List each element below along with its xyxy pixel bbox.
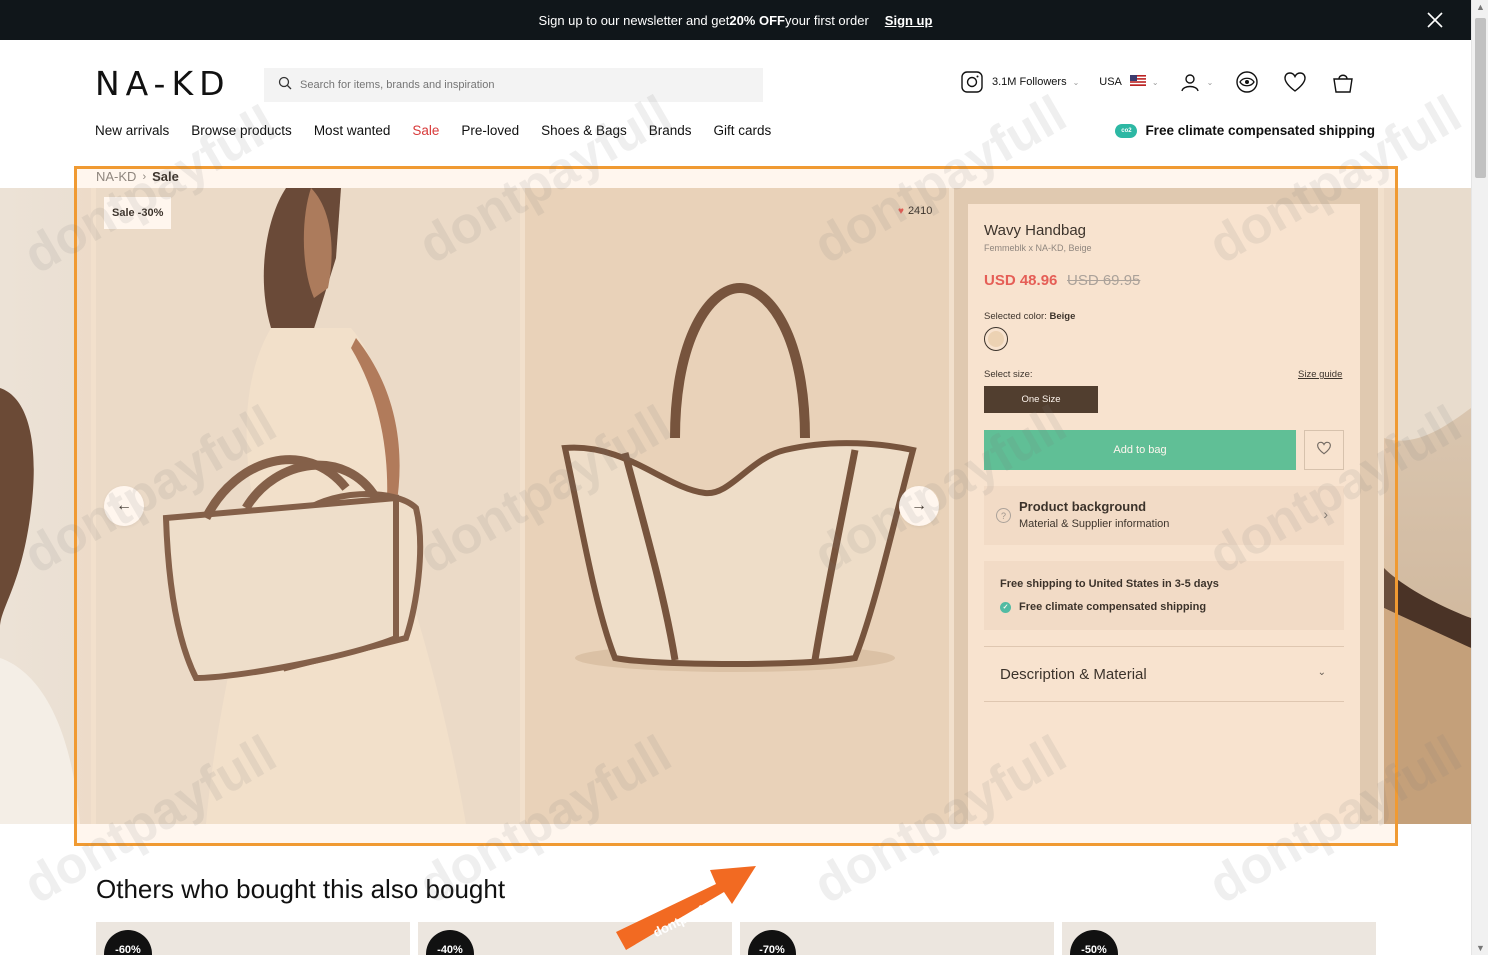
product-background-sub: Material & Supplier information [1019,518,1170,530]
heart-outline-icon [1316,441,1332,460]
product-subtitle: Femmeblk x NA-KD, Beige [984,243,1092,253]
product-price: USD 48.96 [984,272,1058,289]
next-slide-peek [1384,188,1471,824]
shopping-bag-icon[interactable] [1331,70,1355,94]
color-value: Beige [1049,311,1076,322]
account-icon[interactable] [1179,71,1201,93]
promo-arrow-graphic: dontpayfull [612,858,760,954]
prev-slide-peek [0,188,91,824]
close-icon[interactable] [1425,10,1445,30]
chevron-down-icon: ⌄ [1072,77,1080,87]
size-option-one-size[interactable]: One Size [984,386,1098,413]
scroll-down-icon[interactable]: ▼ [1475,943,1486,953]
climate-shipping-label: Free climate compensated shipping [1145,123,1375,138]
discount-badge: -40% [426,930,474,955]
shipping-line-2-text: Free climate compensated shipping [1019,601,1207,613]
nav-most-wanted[interactable]: Most wanted [314,123,391,138]
nav-shoes-bags[interactable]: Shoes & Bags [541,123,627,138]
product-image-model[interactable] [96,188,520,824]
recommended-product-3[interactable]: -70% [740,922,1054,955]
banner-text-post: your first order [784,12,869,28]
product-old-price: USD 69.95 [1067,272,1141,289]
recently-viewed-icon[interactable] [1235,70,1259,94]
heart-icon: ♥ [898,205,904,217]
shipping-info: Free shipping to United States in 3-5 da… [984,561,1344,630]
newsletter-banner: Sign up to our newsletter and get 20% OF… [0,0,1471,40]
chevron-down-icon: ⌄ [1206,77,1214,87]
breadcrumb-home[interactable]: NA-KD [96,169,136,184]
logo[interactable]: NA-KD [95,64,231,103]
recommended-product-4[interactable]: -50% [1062,922,1376,955]
others-bought-heading: Others who bought this also bought [96,874,506,904]
color-label-text: Selected color: [984,311,1047,322]
scrollbar-thumb[interactable] [1475,18,1486,178]
nav-gift-cards[interactable]: Gift cards [714,123,772,138]
add-to-bag-button[interactable]: Add to bag [984,430,1296,470]
color-swatch-beige[interactable] [984,327,1008,351]
page: Sign up to our newsletter and get 20% OF… [0,0,1488,955]
main-nav: New arrivals Browse products Most wanted… [95,123,793,138]
discount-badge: -60% [104,930,152,955]
breadcrumb: NA-KD › Sale [96,169,179,184]
chevron-right-icon: › [142,170,147,183]
likes-value: 2410 [907,205,933,217]
scroll-up-icon[interactable]: ▲ [1475,2,1486,12]
nav-new-arrivals[interactable]: New arrivals [95,123,169,138]
search-icon [278,76,292,95]
product-background-link[interactable]: ? Product background Material & Supplier… [984,486,1344,545]
nav-brands[interactable]: Brands [649,123,692,138]
page-scrollbar[interactable]: ▲ ▼ [1471,0,1488,955]
description-accordion[interactable]: Description & Material ⌄ [984,646,1344,702]
search-bar[interactable] [264,68,763,102]
banner-text-pre: Sign up to our newsletter and get [538,12,730,28]
header-actions: 3.1M Followers ⌄ USA ⌄ ⌄ [960,68,1355,96]
shipping-line-1: Free shipping to United States in 3-5 da… [1000,578,1219,590]
question-icon: ? [996,508,1011,523]
co2-cloud-icon: co2 [1115,123,1138,138]
chevron-right-icon: › [1323,506,1328,522]
arrow-left-icon: ← [116,497,132,514]
select-size-label: Select size: [984,369,1033,380]
signup-link[interactable]: Sign up [885,13,933,28]
chevron-down-icon: ⌄ [1317,667,1326,678]
recommended-product-1[interactable]: -60% [96,922,410,955]
nav-sale[interactable]: Sale [412,123,439,138]
product-background-title: Product background [1019,499,1147,514]
arrow-right-icon: → [911,497,927,514]
check-icon: ✓ [1000,601,1011,613]
discount-badge: -50% [1070,930,1118,955]
search-input[interactable] [300,79,720,91]
sale-badge: Sale -30% [104,197,172,229]
size-guide-link[interactable]: Size guide [1298,369,1342,380]
climate-shipping-link[interactable]: co2 Free climate compensated shipping [1115,123,1375,138]
chevron-down-icon: ⌄ [1151,77,1159,87]
product-image-bag[interactable] [525,188,949,824]
carousel-prev-button[interactable]: ← [104,486,144,526]
description-label: Description & Material [1000,666,1147,683]
selected-color-label: Selected color: Beige [984,311,1075,322]
instagram-icon[interactable] [960,70,984,94]
add-to-wishlist-button[interactable] [1304,430,1344,470]
nav-browse-products[interactable]: Browse products [191,123,292,138]
us-flag-icon [1129,75,1146,89]
shipping-line-2: ✓ Free climate compensated shipping [1000,601,1206,613]
followers-count[interactable]: 3.1M Followers [992,76,1067,88]
nav-pre-loved[interactable]: Pre-loved [461,123,519,138]
banner-discount: 20% OFF [729,12,785,28]
wishlist-heart-icon[interactable] [1283,71,1307,93]
product-title: Wavy Handbag [984,222,1086,239]
country-selector[interactable]: USA [1099,76,1122,88]
breadcrumb-current[interactable]: Sale [152,169,179,184]
carousel-next-button[interactable]: → [899,486,939,526]
likes-count[interactable]: ♥ 2410 [898,205,932,217]
